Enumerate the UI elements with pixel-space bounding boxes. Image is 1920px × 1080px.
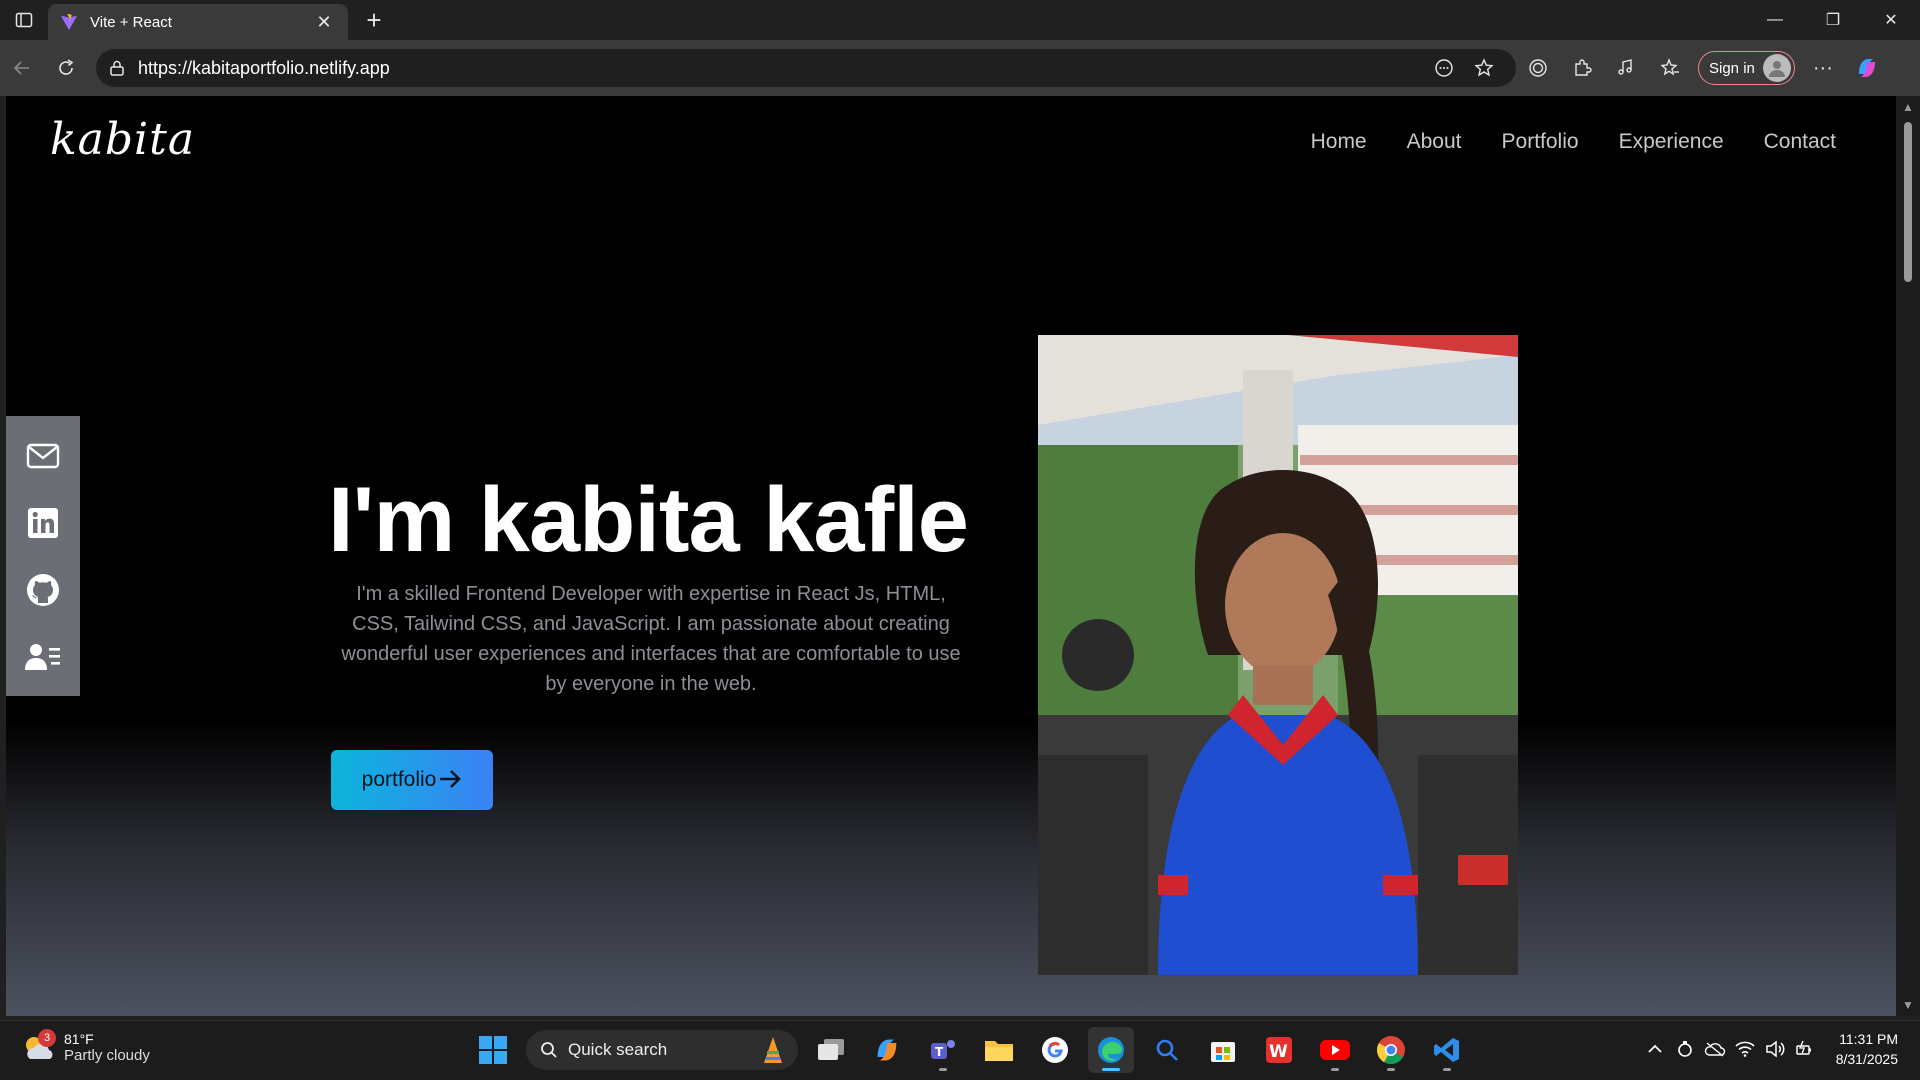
volume-icon[interactable] [1760,1040,1790,1058]
url-text[interactable]: https://kabitaportfolio.netlify.app [138,58,1424,79]
battery-icon[interactable] [1790,1040,1820,1058]
running-indicator [1331,1068,1339,1071]
scroll-down-icon[interactable]: ▼ [1902,998,1914,1012]
microsoft-store-icon[interactable] [1200,1027,1246,1073]
clock-date: 8/31/2025 [1835,1051,1898,1067]
site-logo[interactable]: kabita [50,114,195,165]
running-indicator [1443,1068,1451,1071]
restore-icon[interactable]: ❐ [1804,0,1862,40]
copilot-app-icon[interactable] [864,1027,910,1073]
profile-photo [1038,335,1518,975]
search-app-icon[interactable] [1144,1027,1190,1073]
taskbar-center: Quick search T W [470,1027,1470,1073]
weather-temp: 81°F [64,1031,94,1047]
refresh-icon[interactable] [44,46,88,90]
window-controls: — ❐ ✕ [1746,0,1920,40]
new-tab-button[interactable]: + [356,2,392,38]
wps-office-icon[interactable]: W [1256,1027,1302,1073]
address-bar[interactable]: https://kabitaportfolio.netlify.app [96,49,1516,87]
vscode-icon[interactable] [1424,1027,1470,1073]
teams-icon[interactable]: T [920,1027,966,1073]
chevron-up-icon[interactable] [1640,1044,1670,1054]
nav-about[interactable]: About [1407,130,1462,154]
hero-title: I'm kabita kafle [328,469,969,571]
more-menu-icon[interactable]: ··· [1801,46,1845,90]
portfolio-button[interactable]: portfolio [331,750,493,810]
portfolio-button-label: portfolio [361,768,437,791]
edge-icon[interactable] [1088,1027,1134,1073]
search-icon [541,1042,557,1058]
tab-bar: Vite + React ✕ + — ❐ ✕ [0,0,1920,40]
weather-widget[interactable]: 3 81°F Partly cloudy [22,1028,150,1064]
windows-start-icon[interactable] [470,1027,516,1073]
avatar-icon [1762,54,1791,82]
nav-portfolio[interactable]: Portfolio [1502,130,1579,154]
taskbar: 3 81°F Partly cloudy Quick search T W 11… [0,1020,1920,1080]
site-info-icon[interactable] [108,59,126,77]
weather-badge: 3 [38,1028,56,1047]
tracking-icon[interactable] [1516,46,1560,90]
wifi-icon[interactable] [1730,1041,1760,1057]
minimize-icon[interactable]: — [1746,0,1804,40]
chrome-icon[interactable] [1368,1027,1414,1073]
arrow-right-icon [438,765,462,796]
google-icon[interactable] [1032,1027,1078,1073]
resume-icon[interactable] [23,637,63,677]
nav-experience[interactable]: Experience [1619,130,1724,154]
nav-contact[interactable]: Contact [1764,130,1836,154]
mail-icon[interactable] [23,436,63,476]
svg-text:T: T [935,1045,944,1059]
linkedin-icon[interactable] [23,503,63,543]
svg-text:W: W [1269,1042,1288,1062]
favorites-icon[interactable] [1648,46,1692,90]
active-indicator [1102,1068,1120,1071]
system-tray: 11:31 PM 8/31/2025 [1640,1029,1898,1069]
youtube-icon[interactable] [1312,1027,1358,1073]
scrollbar-thumb[interactable] [1904,122,1912,282]
github-icon[interactable] [23,570,63,610]
back-icon[interactable] [0,46,44,90]
clock[interactable]: 11:31 PM 8/31/2025 [1836,1029,1898,1069]
weather-condition: Partly cloudy [64,1047,150,1064]
sign-in-label: Sign in [1709,59,1755,77]
running-indicator [1387,1068,1395,1071]
tab-title: Vite + React [90,13,172,31]
hero-description: I'm a skilled Frontend Developer with ex… [341,583,961,695]
sign-in-button[interactable]: Sign in [1698,51,1795,85]
search-label: Quick search [568,1040,668,1059]
running-indicator [939,1068,947,1071]
site-nav: Home About Portfolio Experience Contact [1311,130,1836,154]
onedrive-icon[interactable] [1700,1041,1730,1057]
tab-actions-icon[interactable] [0,0,48,40]
scroll-up-icon[interactable]: ▲ [1902,100,1914,114]
partly-cloudy-icon: 3 [22,1028,56,1063]
taskbar-search[interactable]: Quick search [526,1030,798,1070]
task-view-icon[interactable] [808,1027,854,1073]
reading-mode-icon[interactable] [1424,58,1464,78]
favorite-star-icon[interactable] [1464,58,1504,78]
social-sidebar [6,416,80,696]
page-scrollbar[interactable]: ▲ ▼ [1896,96,1920,1016]
close-window-icon[interactable]: ✕ [1862,0,1920,40]
browser-tab[interactable]: Vite + React ✕ [48,4,348,40]
clock-time: 11:31 PM [1839,1031,1898,1047]
browser-toolbar: https://kabitaportfolio.netlify.app Sign… [0,40,1920,96]
file-explorer-icon[interactable] [976,1027,1022,1073]
search-highlight-icon [764,1037,782,1063]
media-icon[interactable] [1604,46,1648,90]
sync-icon[interactable] [1670,1039,1700,1059]
close-tab-icon[interactable]: ✕ [312,12,336,33]
nav-home[interactable]: Home [1311,130,1367,154]
vite-icon [60,13,78,31]
page-viewport: kabita Home About Portfolio Experience C… [6,96,1896,1016]
extensions-icon[interactable] [1560,46,1604,90]
copilot-icon[interactable] [1845,46,1889,90]
